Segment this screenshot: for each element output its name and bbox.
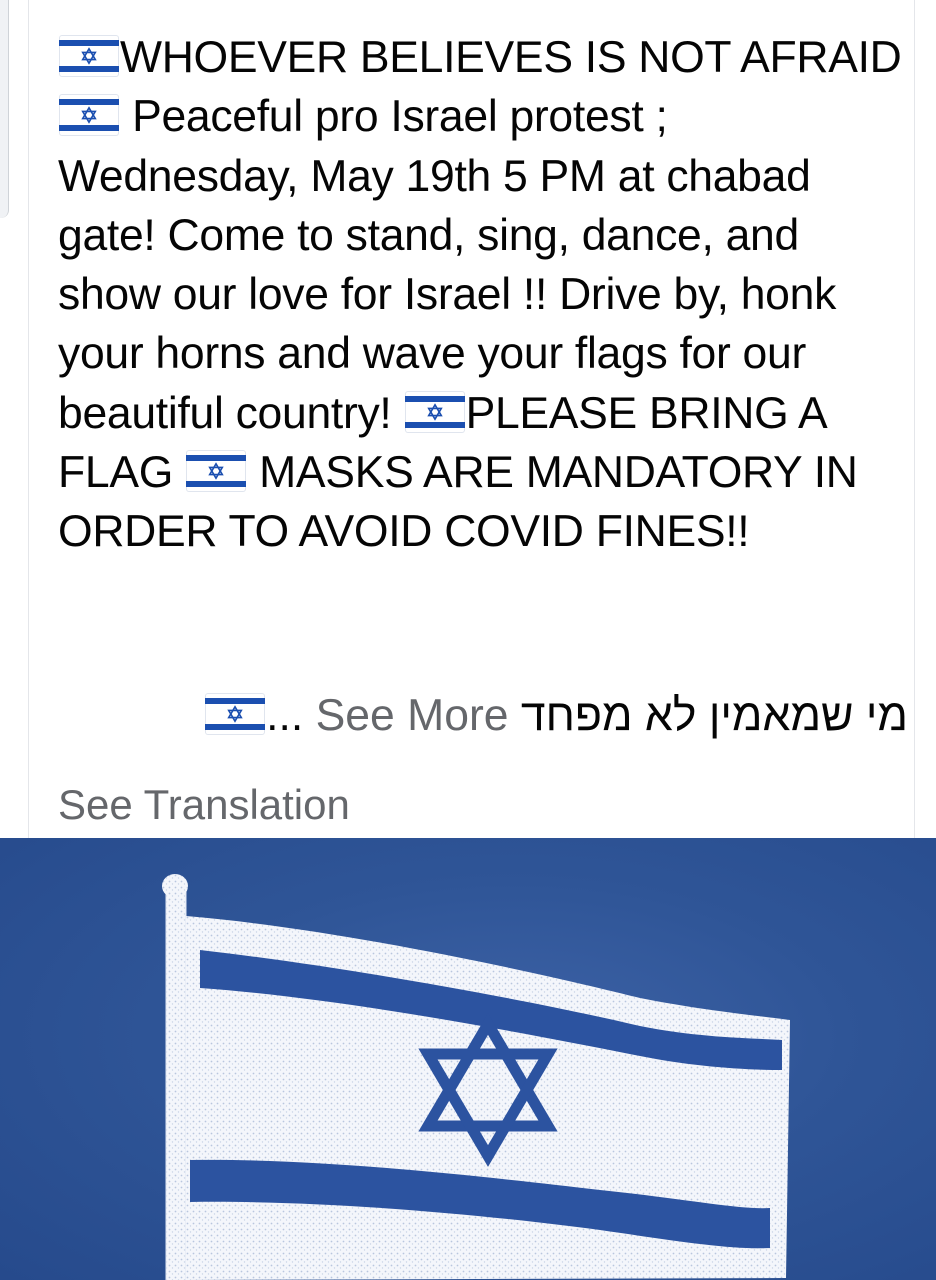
flag-pole-finial	[162, 874, 188, 898]
post-body-text: WHOEVER BELIEVES IS NOT AFRAID Peaceful …	[58, 28, 908, 562]
israel-flag-icon	[186, 450, 247, 493]
post-photo[interactable]	[0, 838, 936, 1280]
hebrew-text: מי שמאמין לא מפחד	[520, 691, 908, 740]
israel-flag-icon	[59, 35, 119, 77]
post-text-segment: Peaceful pro Israel protest ; Wednesday,…	[58, 92, 849, 438]
israel-flag-icon	[59, 94, 119, 137]
flag-pole	[165, 887, 187, 1280]
israel-flag-icon	[205, 693, 266, 735]
ellipsis: ...	[266, 691, 304, 740]
see-translation-link[interactable]: See Translation	[58, 778, 350, 832]
see-more-link[interactable]: See More	[316, 691, 509, 740]
post-text-segment: WHOEVER BELIEVES IS NOT AFRAID	[120, 33, 914, 82]
post-hebrew-line: ... See More מי שמאמין לא מפחד	[204, 686, 908, 745]
adjacent-panel-edge	[0, 0, 9, 218]
israel-flag-icon	[404, 390, 465, 433]
israel-flag-illustration	[162, 874, 790, 1280]
